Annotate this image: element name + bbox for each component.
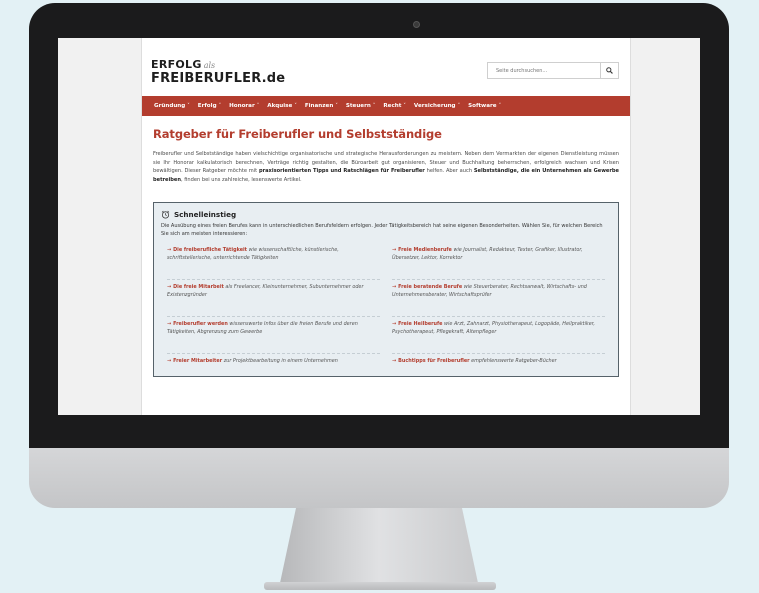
quickstart-item: → Die freie Mitarbeit als Freelancer, Kle… — [167, 280, 380, 317]
quickstart-item: → Freie Medienberufe wie Journalist, Reda… — [392, 243, 605, 280]
search-button[interactable] — [600, 63, 618, 78]
quickstart-item: → Buchtipps für Freiberufler empfehlenswe… — [392, 354, 605, 372]
quickstart-link[interactable]: Freier Mitarbeiter — [173, 358, 222, 364]
chevron-down-icon: ˅ — [335, 103, 338, 109]
nav-label: Gründung — [154, 103, 186, 109]
main-content: Ratgeber für Freiberufler und Selbststän… — [142, 116, 630, 377]
quickstart-header: Schnelleinstieg — [161, 210, 611, 219]
nav-label: Akquise — [267, 103, 293, 109]
intro-text: helfen. Aber auch — [424, 168, 474, 174]
chevron-down-icon: ˅ — [457, 103, 461, 109]
intro-paragraph: Freiberufler und Selbstständige haben vi… — [153, 150, 619, 184]
chevron-down-icon: ˅ — [187, 103, 190, 109]
quickstart-link[interactable]: Freie Heilberufe — [398, 321, 442, 327]
site-header: ERFOLG als FREIBERUFLER.de — [142, 38, 630, 96]
nav-item-versicherung[interactable]: Versicherung ˅ — [414, 103, 460, 109]
quickstart-item: → Freie Heilberufe wie Arzt, Zahnarzt, Ph… — [392, 317, 605, 354]
chevron-down-icon: ˅ — [218, 103, 222, 109]
arrow-right-icon: → — [167, 284, 172, 290]
arrow-right-icon: → — [392, 321, 397, 327]
nav-item-finanzen[interactable]: Finanzen ˅ — [305, 103, 338, 109]
nav-label: Finanzen — [304, 103, 334, 109]
nav-label: Recht — [383, 103, 402, 109]
camera-icon — [413, 21, 420, 28]
web-page: ERFOLGals FREIBERUFLER.de Gründung˅ Erfo… — [141, 38, 631, 415]
page-title: Ratgeber für Freiberufler und Selbststän… — [153, 127, 442, 141]
logo-text-als: als — [203, 61, 216, 70]
arrow-right-icon: → — [167, 358, 172, 364]
chevron-down-icon: ˅ — [256, 103, 260, 109]
nav-label: Steuern — [345, 103, 371, 109]
screen: ERFOLGals FREIBERUFLER.de Gründung˅ Erfo… — [58, 38, 700, 415]
nav-item-gruendung[interactable]: Gründung ˅ — [154, 103, 190, 109]
nav-item-software[interactable]: Software ˅ — [468, 103, 501, 109]
quickstart-title: Schnelleinstieg — [174, 210, 237, 219]
site-logo[interactable]: ERFOLG als FREIBERUFLER.de — [151, 55, 285, 85]
search-box — [487, 62, 619, 79]
intro-text: , finden bei uns zahlreiche, lesenswerte… — [180, 176, 302, 183]
chevron-down-icon: ˅ — [498, 103, 502, 109]
search-input[interactable] — [488, 63, 600, 78]
quickstart-item: → Die freiberufliche Tätigkeit wie wissen… — [167, 243, 380, 280]
alarm-clock-icon — [161, 210, 170, 219]
chevron-down-icon: ˅ — [403, 103, 406, 109]
quickstart-item: → Freie beratende Berufe wie Steuerberate… — [392, 280, 605, 317]
nav-item-akquise[interactable]: Akquise ˅ — [267, 103, 297, 109]
nav-label: Erfolg — [197, 103, 217, 109]
arrow-right-icon: → — [167, 247, 172, 253]
arrow-right-icon: → — [392, 284, 397, 290]
arrow-right-icon: → — [392, 358, 397, 364]
quickstart-link[interactable]: Buchtipps für Freiberufler — [398, 358, 469, 364]
quickstart-link[interactable]: Freie beratende Berufe — [398, 284, 462, 290]
quickstart-link[interactable]: Die freiberufliche Tätigkeit — [173, 247, 247, 253]
quickstart-link[interactable]: Die freie Mitarbeit — [173, 284, 224, 290]
arrow-right-icon: → — [167, 321, 172, 327]
nav-label: Software — [468, 103, 497, 109]
quickstart-link[interactable]: Freie Medienberufe — [398, 247, 452, 253]
search-icon — [606, 67, 613, 74]
logo-text-erfolg: ERFOLG — [151, 58, 202, 71]
nav-item-erfolg[interactable]: Erfolg ˅ — [198, 103, 221, 109]
nav-item-recht[interactable]: Recht ˅ — [383, 103, 406, 109]
arrow-right-icon: → — [392, 247, 397, 253]
intro-bold: praxisorientierten Tipps und Ratschlägen… — [258, 168, 425, 174]
logo-text-domain: FREIBERUFLER.de — [151, 71, 286, 86]
nav-item-steuern[interactable]: Steuern ˅ — [346, 103, 376, 109]
quickstart-grid: → Die freiberufliche Tätigkeit wie wissen… — [161, 243, 611, 372]
quickstart-item: → Freiberufler werden wissenswerte Infos … — [167, 317, 380, 354]
nav-label: Honorar — [229, 103, 255, 109]
quickstart-link[interactable]: Freiberufler werden — [173, 321, 228, 327]
monitor-chin — [29, 448, 729, 508]
quickstart-item-text: empfehlenswerte Ratgeber-Bücher — [469, 358, 557, 364]
monitor-stand-base — [264, 582, 496, 590]
nav-item-honorar[interactable]: Honorar ˅ — [229, 103, 259, 109]
quickstart-box: Schnelleinstieg Die Ausübung eines freie… — [153, 202, 619, 377]
quickstart-item: → Freier Mitarbeiter zur Projektbearbeitu… — [167, 354, 380, 372]
chevron-down-icon: ˅ — [372, 103, 376, 109]
quickstart-description: Die Ausübung eines freien Berufes kann i… — [161, 223, 603, 237]
quickstart-item-text: zur Projektbearbeitung in einem Unterneh… — [222, 358, 338, 364]
chevron-down-icon: ˅ — [294, 103, 297, 109]
nav-label: Versicherung — [413, 103, 456, 109]
main-nav: Gründung ˅ Erfolg ˅ Honorar ˅ Akquise ˅ Fina… — [142, 96, 630, 116]
